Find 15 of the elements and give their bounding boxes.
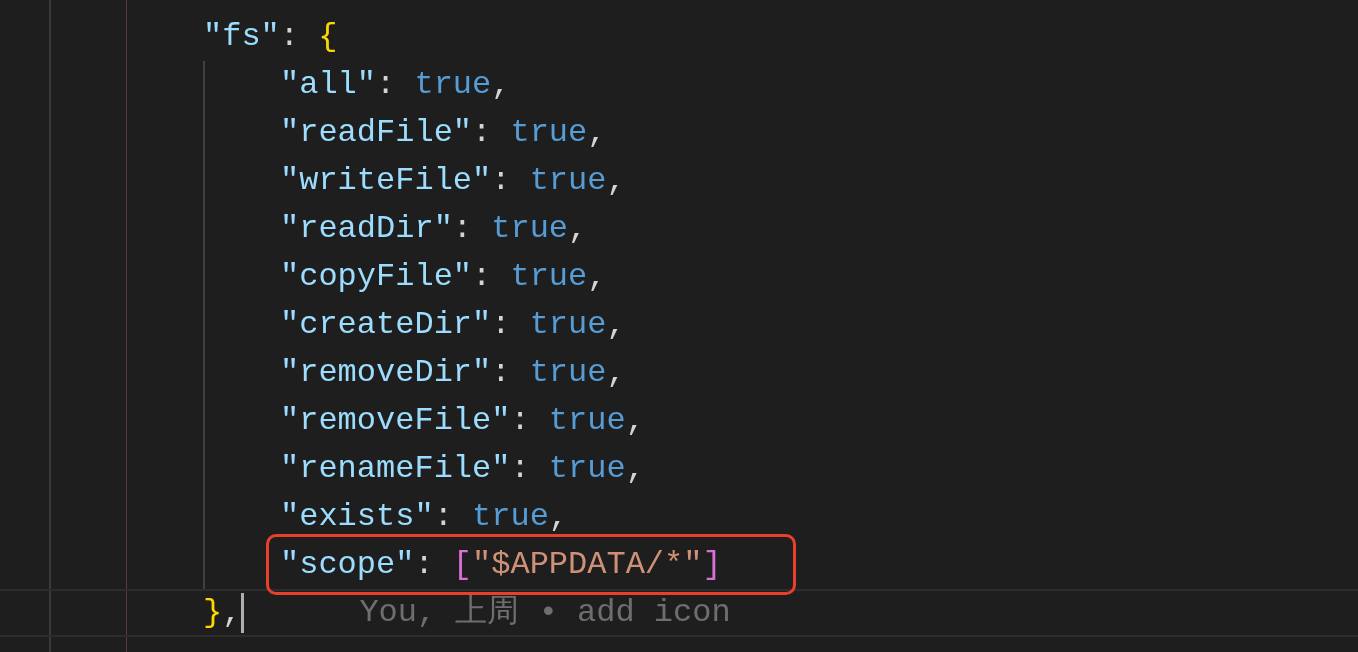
code-line: "copyFile": true, <box>280 261 607 293</box>
text-cursor <box>241 593 245 633</box>
code-line: "readFile": true, <box>280 117 607 149</box>
code-line: "exists": true, <box>280 501 569 533</box>
code-line: "createDir": true, <box>280 309 626 341</box>
code-line: "removeFile": true, <box>280 405 645 437</box>
code-line: "fs": { <box>203 21 338 53</box>
code-line: "scope": ["$APPDATA/*"] <box>280 549 722 581</box>
blame-annotation: You, 上周 • add icon <box>359 597 731 629</box>
code-line: }, <box>203 597 242 629</box>
code-line: "renameFile": true, <box>280 453 645 485</box>
code-line: "all": true, <box>280 69 511 101</box>
code-line: "removeDir": true, <box>280 357 626 389</box>
code-line: "readDir": true, <box>280 213 588 245</box>
code-line: "writeFile": true, <box>280 165 626 197</box>
